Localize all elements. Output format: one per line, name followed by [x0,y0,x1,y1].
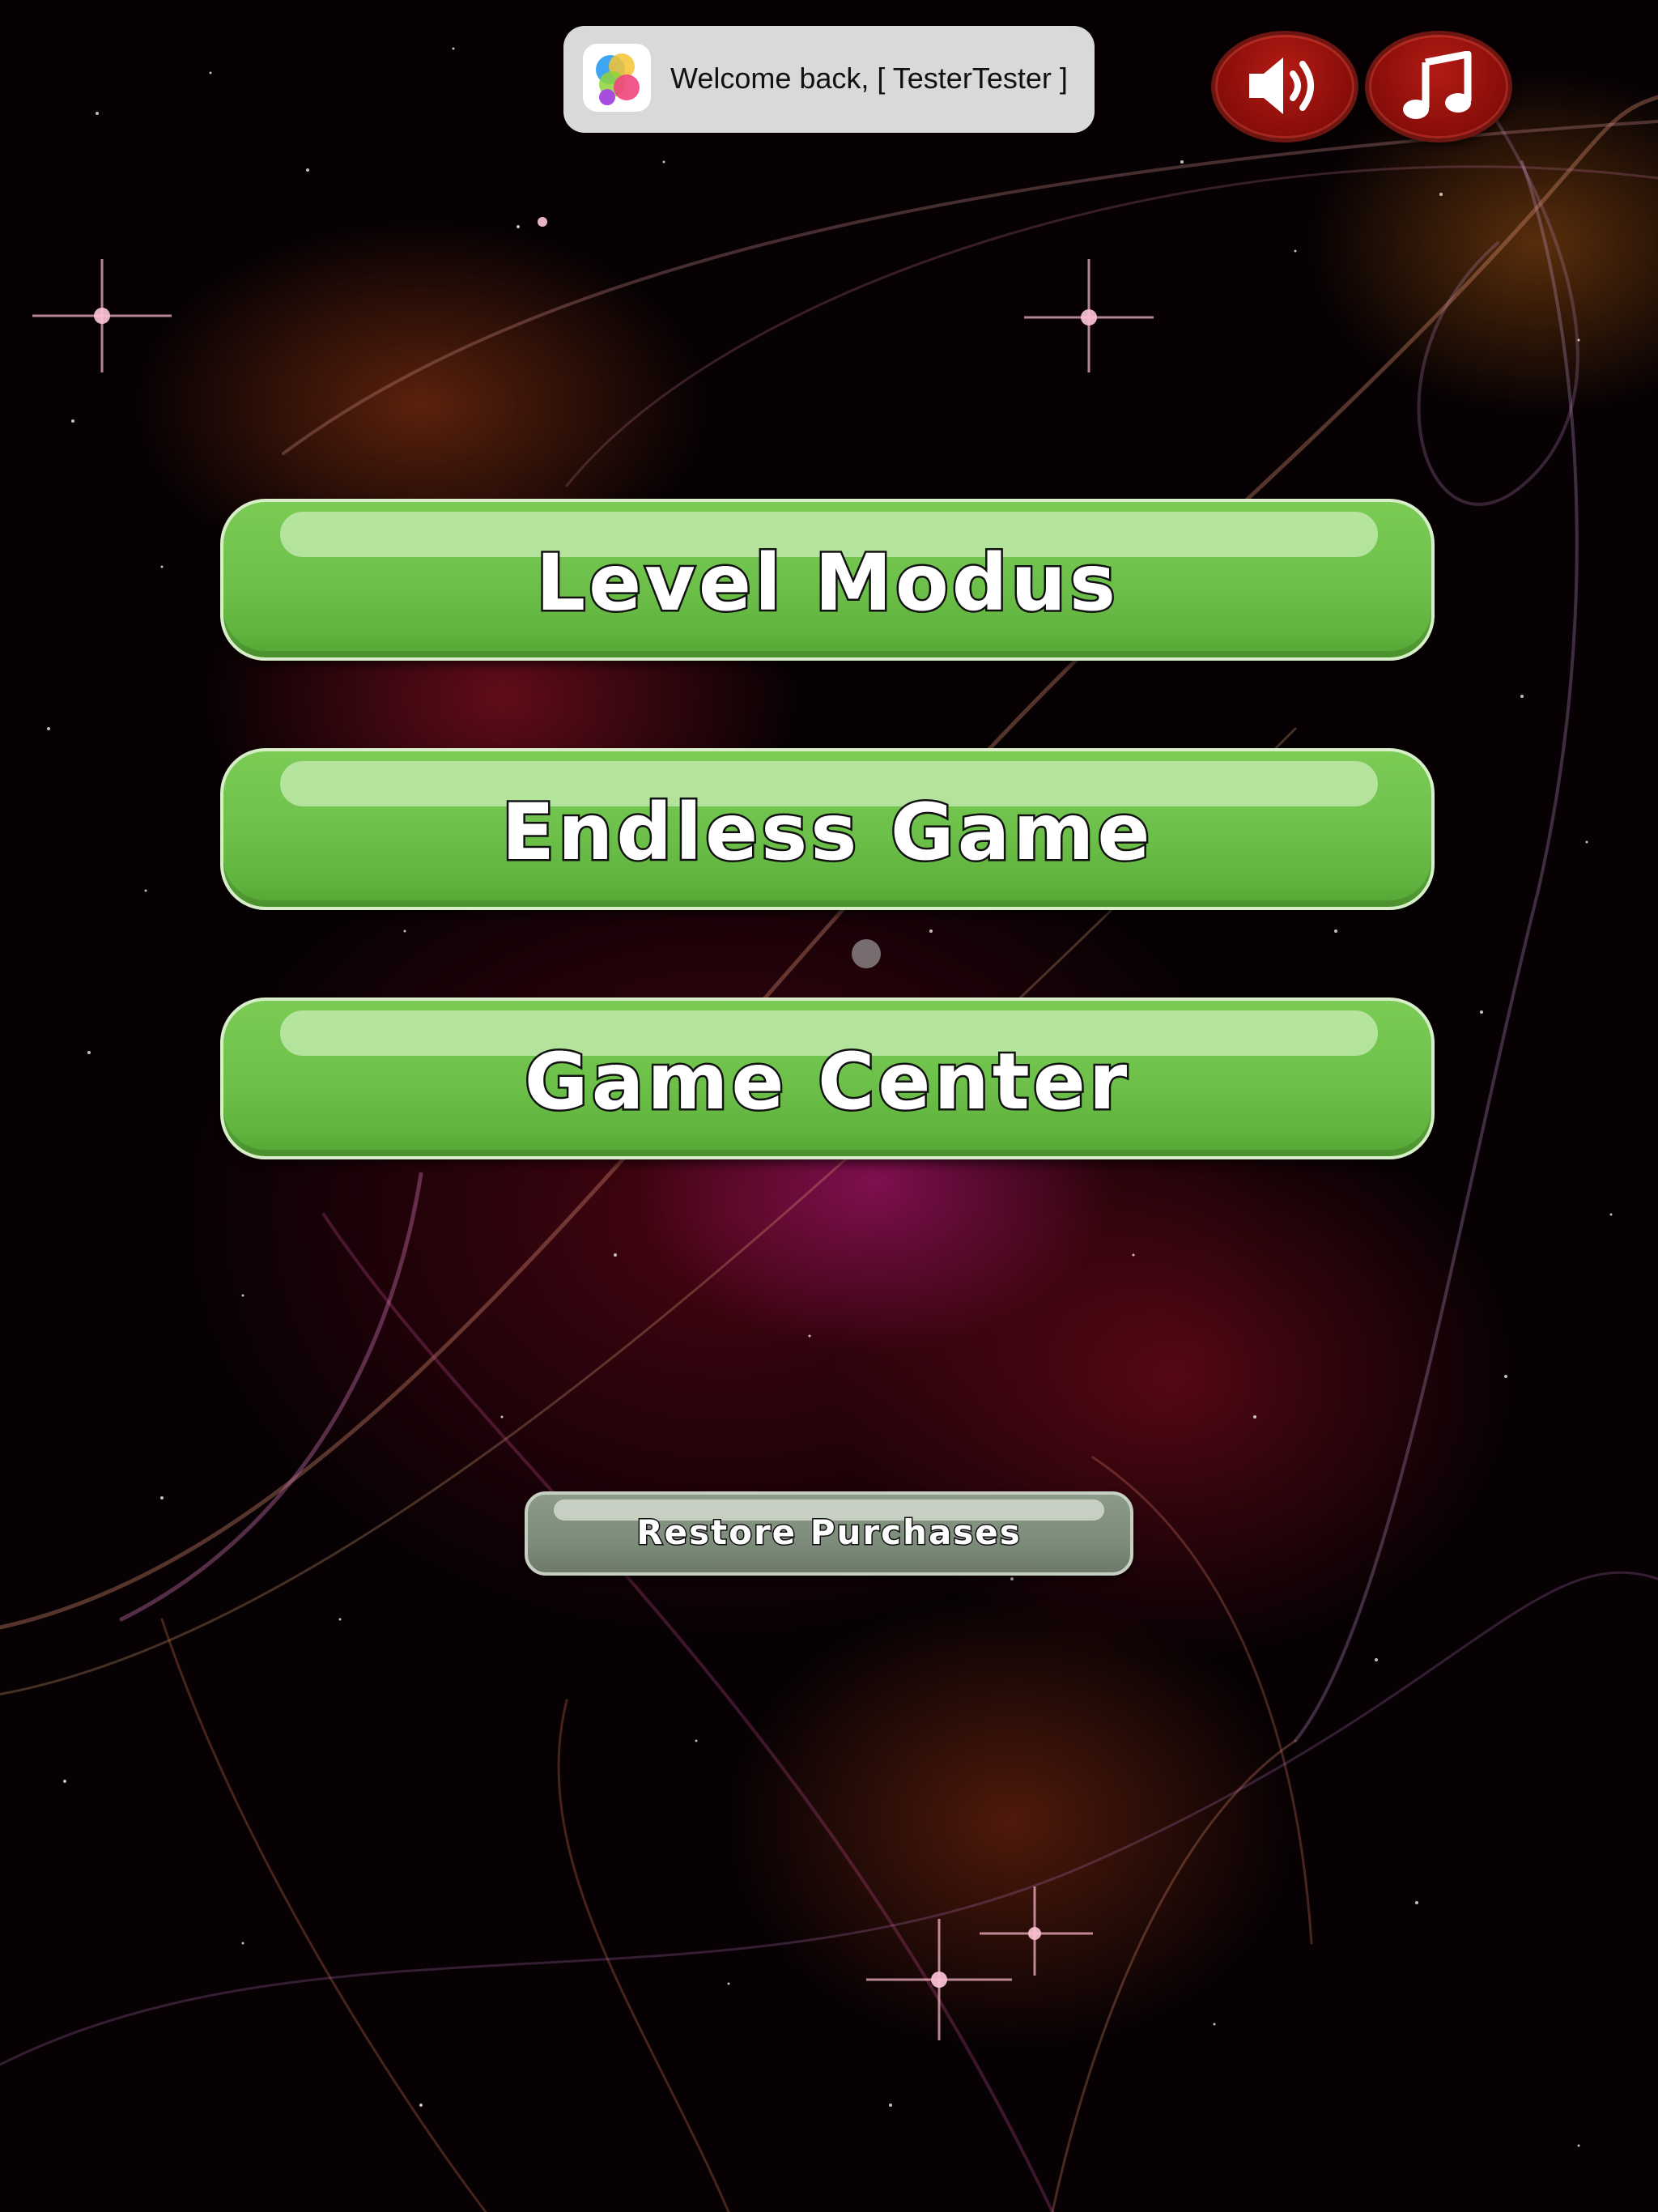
speaker-icon [1249,57,1314,114]
music-toggle-button[interactable] [1365,31,1512,143]
endless-game-button[interactable]: Endless Game [220,748,1435,910]
game-center-icon [583,44,651,112]
music-note-icon [1403,51,1472,119]
welcome-message: Welcome back, [ TesterTester ] [670,62,1068,95]
sound-toggle-button[interactable] [1211,31,1358,143]
welcome-notification: Welcome back, [ TesterTester ] [563,26,1095,133]
level-mode-button[interactable]: Level Modus [220,499,1435,661]
restore-purchases-button[interactable]: Restore Purchases [525,1491,1133,1576]
restore-purchases-label: Restore Purchases [636,1512,1022,1552]
game-center-button[interactable]: Game Center [220,998,1435,1159]
level-mode-label: Level Modus [534,538,1119,628]
game-center-label: Game Center [522,1036,1131,1127]
endless-game-label: Endless Game [500,787,1154,878]
